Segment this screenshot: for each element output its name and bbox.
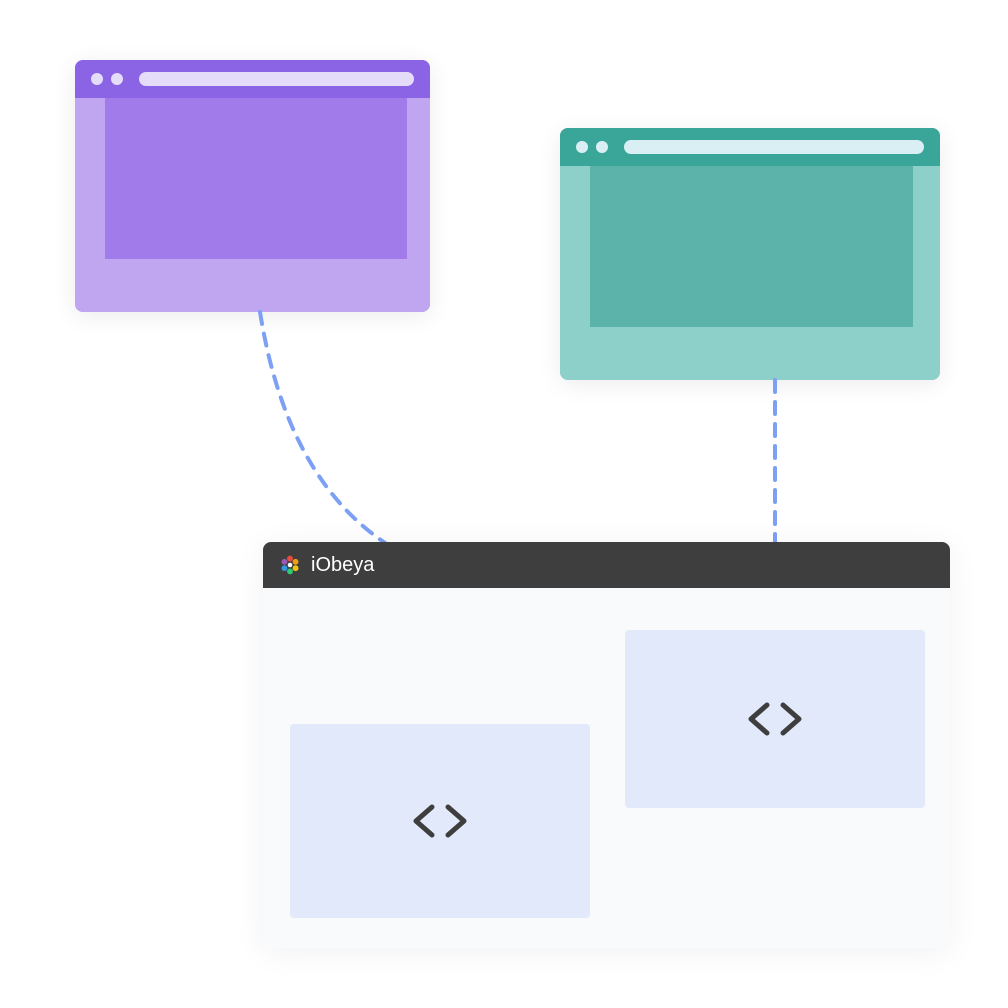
browser-control-dot <box>576 141 588 153</box>
iobeya-title: iObeya <box>311 554 374 577</box>
browser-control-dot <box>596 141 608 153</box>
browser-url-bar <box>139 72 414 86</box>
browser-header <box>75 60 430 98</box>
browser-window-teal <box>560 128 940 380</box>
browser-window-purple <box>75 60 430 312</box>
browser-control-dot <box>91 73 103 85</box>
iobeya-header: iObeya <box>263 542 950 588</box>
iobeya-logo-icon <box>279 554 301 576</box>
browser-header <box>560 128 940 166</box>
browser-control-dot <box>111 73 123 85</box>
embed-card <box>625 630 925 808</box>
code-icon <box>743 695 807 743</box>
browser-url-bar <box>624 140 924 154</box>
code-icon <box>408 797 472 845</box>
embed-card <box>290 724 590 918</box>
iobeya-body <box>263 588 950 948</box>
content-shape <box>105 98 407 259</box>
browser-content <box>560 166 940 380</box>
iobeya-panel: iObeya <box>263 542 950 948</box>
browser-content <box>75 98 430 312</box>
content-shape <box>590 166 913 327</box>
